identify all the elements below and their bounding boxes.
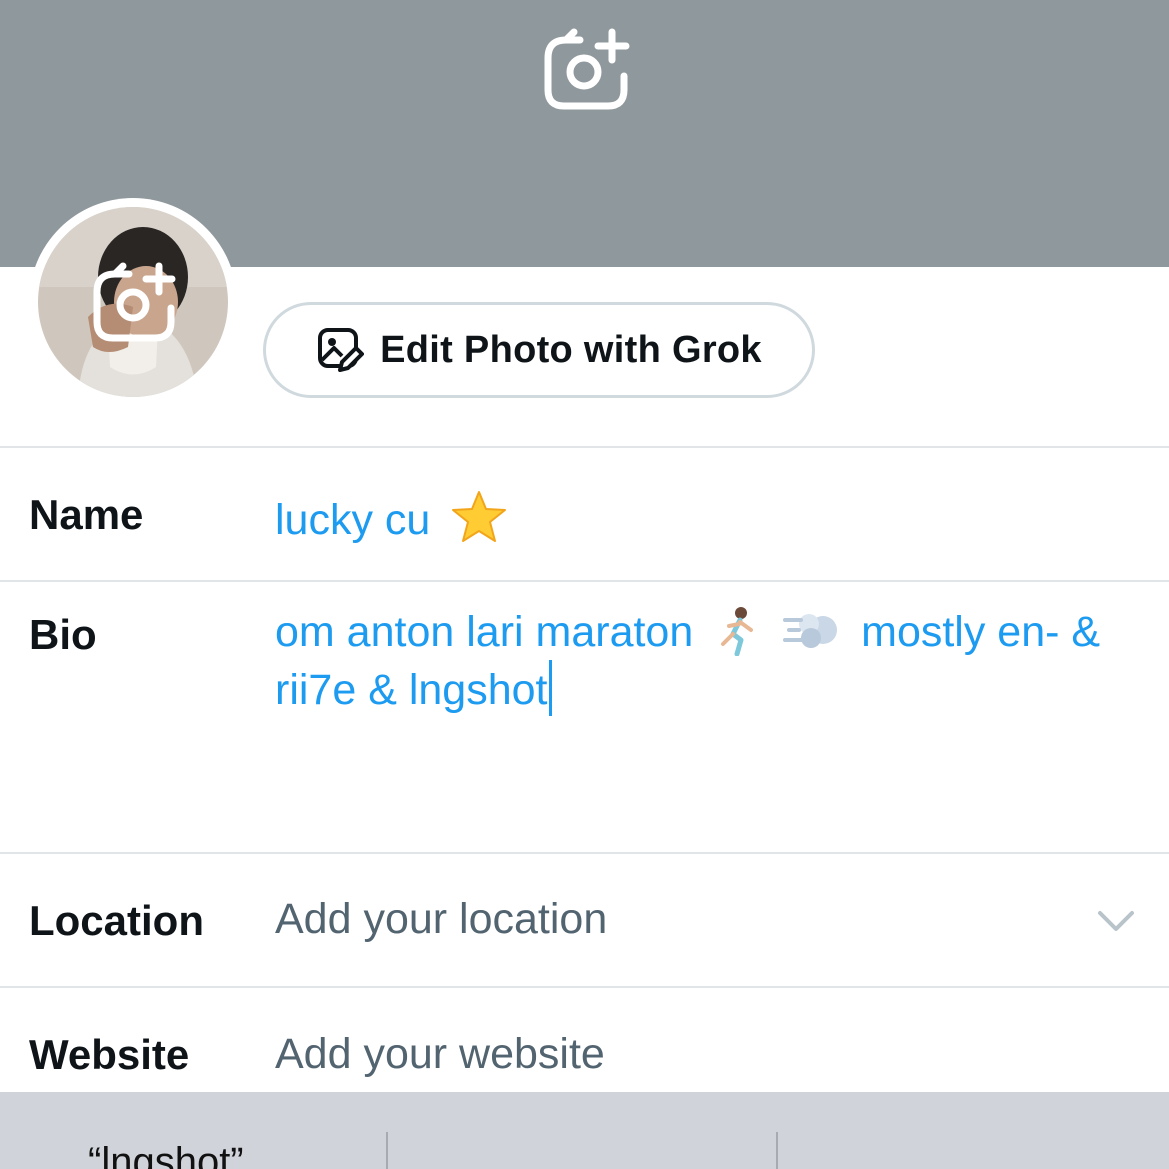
- camera-plus-icon[interactable]: [540, 28, 632, 112]
- divider: [0, 986, 1169, 988]
- keyboard-separator: [386, 1132, 388, 1169]
- name-value: lucky cu: [275, 496, 431, 544]
- divider: [0, 852, 1169, 854]
- camera-plus-icon[interactable]: [91, 262, 179, 344]
- avatar[interactable]: [38, 207, 228, 397]
- bio-text-line1: om anton lari maraton: [275, 608, 694, 656]
- chevron-down-icon[interactable]: [1096, 905, 1136, 935]
- bio-field[interactable]: om anton lari maraton mostly en- & rii7e…: [275, 604, 1150, 718]
- edit-photo-with-grok-button[interactable]: Edit Photo with Grok: [263, 302, 815, 398]
- location-label: Location: [29, 897, 204, 944]
- keyboard-suggestion[interactable]: “lngshot”: [88, 1140, 244, 1169]
- star-emoji: [452, 491, 507, 542]
- keyboard-separator: [776, 1132, 778, 1169]
- bio-label: Bio: [29, 611, 97, 658]
- divider: [0, 446, 1169, 448]
- website-label: Website: [29, 1031, 190, 1078]
- location-field[interactable]: Add your location: [275, 895, 607, 944]
- dash-emoji: [783, 614, 838, 648]
- text-caret: [548, 660, 552, 716]
- keyboard-suggestion-bar: “lngshot”: [0, 1092, 1169, 1169]
- website-field[interactable]: Add your website: [275, 1030, 605, 1079]
- name-field[interactable]: lucky cu: [275, 490, 508, 545]
- bio-text-line1-end: mostly en- &: [861, 608, 1101, 656]
- name-label: Name: [29, 491, 144, 538]
- edit-photo-label: Edit Photo with Grok: [380, 328, 762, 371]
- bio-text-line2: rii7e & lngshot: [275, 666, 548, 714]
- woman-running-emoji: [721, 607, 754, 656]
- image-edit-icon: [318, 328, 365, 372]
- divider: [0, 580, 1169, 582]
